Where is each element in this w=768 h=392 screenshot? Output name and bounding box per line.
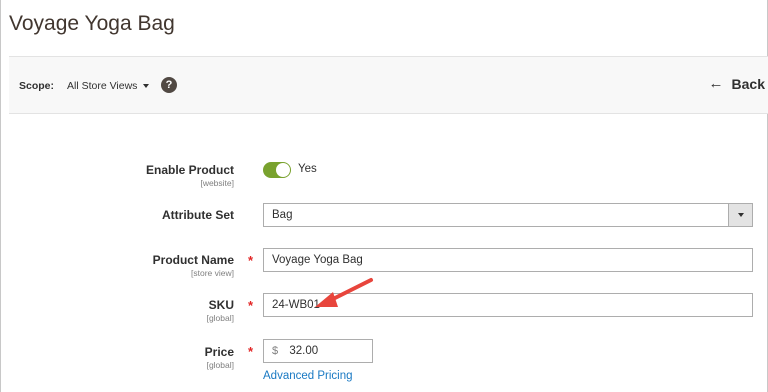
enable-product-toggle[interactable] <box>263 162 291 178</box>
back-button[interactable]: ← Back <box>709 75 765 92</box>
required-marker: * <box>248 344 254 359</box>
product-name-input[interactable]: Voyage Yoga Bag <box>263 248 753 272</box>
product-name-value: Voyage Yoga Bag <box>272 254 363 266</box>
help-icon[interactable]: ? <box>161 77 177 93</box>
attribute-set-select[interactable]: Bag <box>263 203 753 227</box>
currency-symbol: $ <box>272 345 279 357</box>
field-scope: [global] <box>206 360 234 370</box>
required-marker: * <box>248 298 254 313</box>
price-value: 32.00 <box>289 345 319 357</box>
chevron-down-icon <box>737 213 744 217</box>
price-label: Price [global] <box>205 345 234 370</box>
page-title: Voyage Yoga Bag <box>9 12 175 35</box>
field-label: Enable Product <box>145 163 234 177</box>
annotation-arrow-icon <box>315 278 373 307</box>
sku-label: SKU [global] <box>207 298 234 323</box>
scope-value: All Store Views <box>67 80 138 92</box>
store-scope-toolbar: Scope: All Store Views ? ← Back <box>9 56 768 114</box>
enable-product-label: Enable Product [website] <box>146 163 234 188</box>
scope-label: Scope: <box>19 80 55 92</box>
field-label: Product Name <box>152 253 234 267</box>
product-name-label: Product Name [store view] <box>153 253 234 278</box>
field-scope: [global] <box>206 313 234 323</box>
scope-switcher[interactable]: All Store Views <box>67 80 150 92</box>
toggle-value: Yes <box>298 163 317 175</box>
price-input[interactable]: $ 32.00 <box>263 339 373 363</box>
chevron-down-icon <box>143 84 150 88</box>
required-marker: * <box>248 253 254 268</box>
arrow-left-icon: ← <box>708 75 724 92</box>
back-label: Back <box>731 75 765 92</box>
advanced-pricing-link[interactable]: Advanced Pricing <box>263 370 353 382</box>
field-scope: [website] <box>200 178 234 188</box>
field-label: Attribute Set <box>162 208 234 222</box>
toggle-knob <box>276 163 290 177</box>
page-frame: Voyage Yoga Bag Scope: All Store Views ?… <box>0 0 768 392</box>
field-label: SKU <box>208 298 234 312</box>
attribute-set-value: Bag <box>272 209 293 221</box>
field-label: Price <box>204 345 234 359</box>
select-toggle[interactable] <box>728 204 752 226</box>
field-scope: [store view] <box>191 268 234 278</box>
attribute-set-label: Attribute Set <box>162 208 234 222</box>
